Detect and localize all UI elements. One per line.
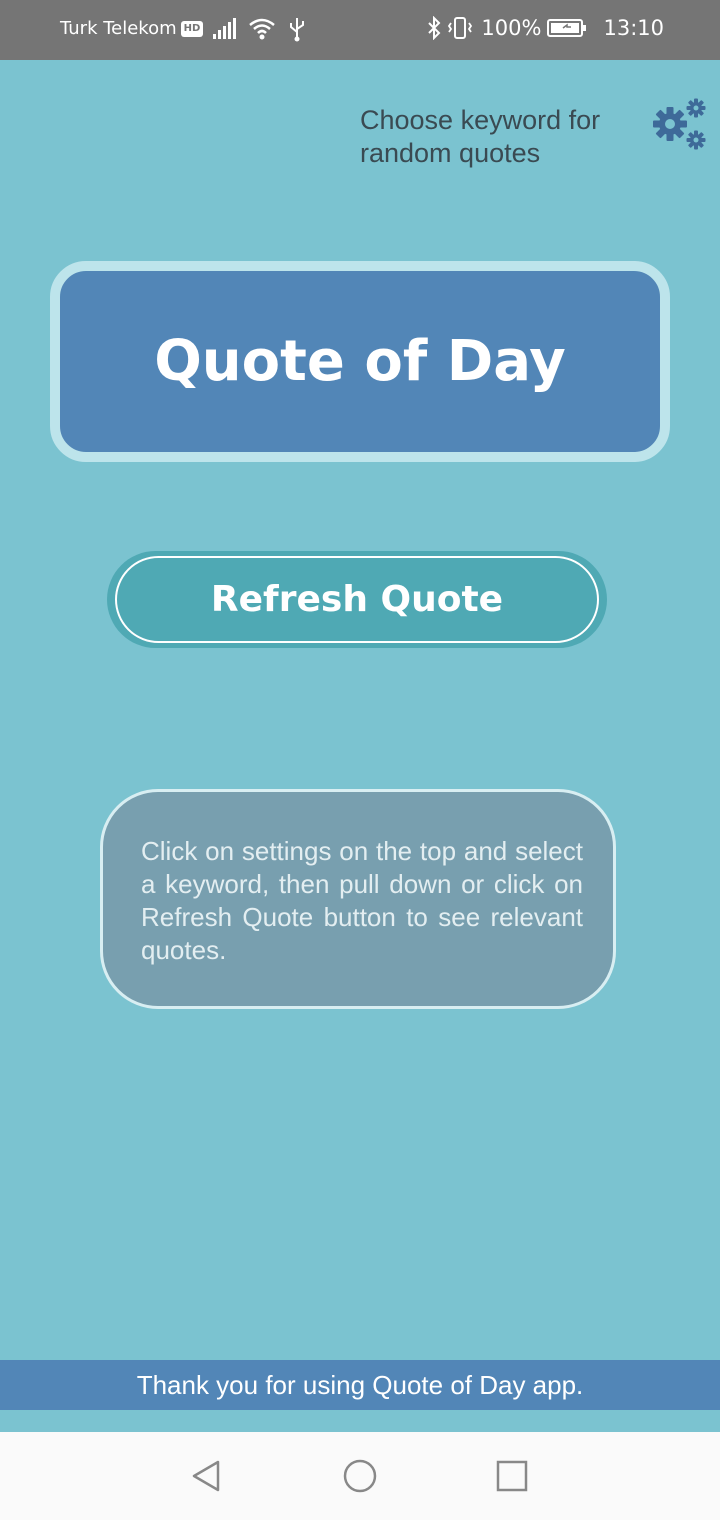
navigation-bar xyxy=(0,1432,720,1520)
hd-badge: HD xyxy=(180,20,204,37)
usb-icon xyxy=(290,18,304,42)
bluetooth-icon xyxy=(428,16,441,40)
refresh-quote-label[interactable]: Refresh Quote xyxy=(115,556,599,643)
home-icon[interactable] xyxy=(340,1456,380,1496)
footer-bar: Thank you for using Quote of Day app. xyxy=(0,1360,720,1410)
back-icon[interactable] xyxy=(186,1456,226,1496)
carrier-name: Turk Telekom HD xyxy=(60,18,204,39)
title-card: Quote of Day xyxy=(50,261,670,462)
gears-icon[interactable] xyxy=(652,98,708,154)
battery-percent: 100% xyxy=(481,16,542,40)
signal-icon xyxy=(213,18,236,39)
keyword-hint: Choose keyword for random quotes xyxy=(360,105,601,168)
carrier-label: Turk Telekom xyxy=(60,18,177,39)
instructions-text: Click on settings on the top and select … xyxy=(141,836,583,965)
footer-text: Thank you for using Quote of Day app. xyxy=(136,1369,584,1400)
status-bar: Turk Telekom HD 100% 13:10 xyxy=(0,0,720,60)
battery-icon xyxy=(547,19,587,37)
instructions-box: Click on settings on the top and select … xyxy=(100,789,616,1009)
vibrate-icon xyxy=(448,17,473,39)
refresh-quote-button[interactable]: Refresh Quote xyxy=(107,551,607,648)
recents-icon[interactable] xyxy=(492,1456,532,1496)
wifi-icon xyxy=(249,18,275,40)
status-right: 100% 13:10 xyxy=(427,16,664,40)
signal-icons xyxy=(212,16,306,42)
clock: 13:10 xyxy=(603,16,664,40)
app-title: Quote of Day xyxy=(154,329,566,394)
